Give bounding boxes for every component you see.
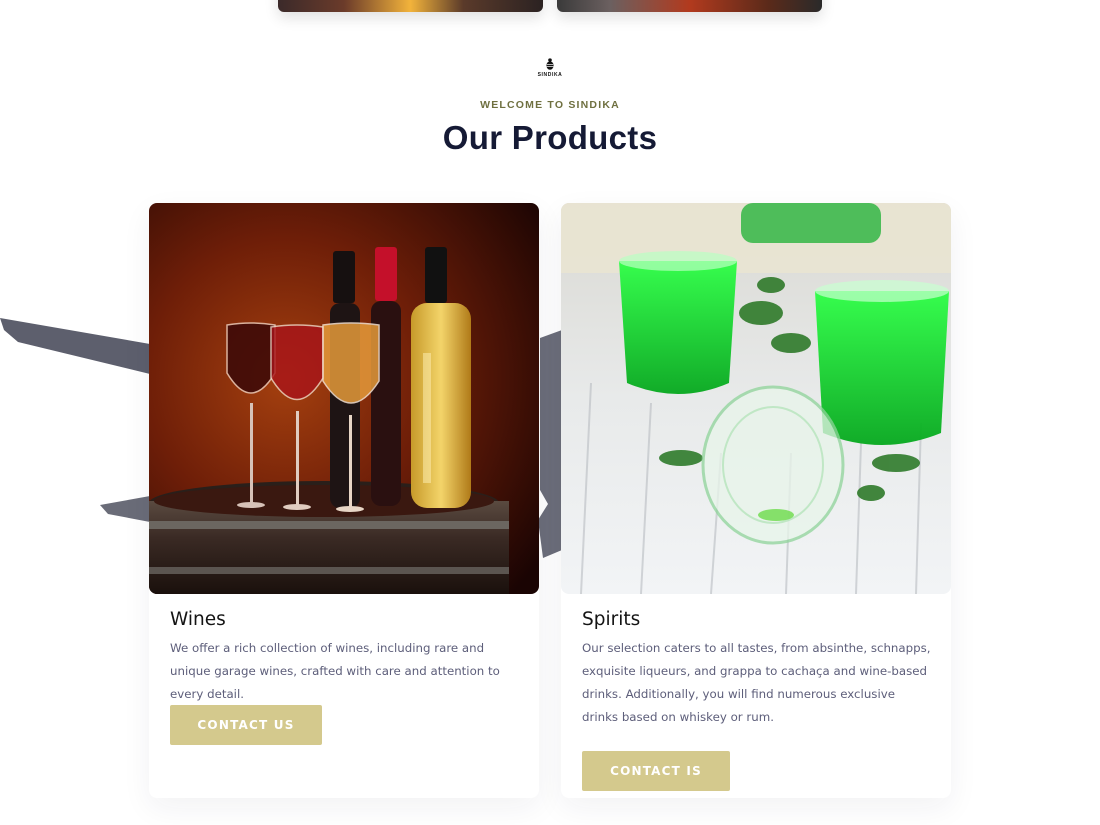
green-absinthe-shots-image [561, 203, 951, 594]
product-title: Wines [170, 609, 226, 630]
wine-bottles-glasses-barrel-image [149, 203, 539, 594]
contact-button[interactable]: CONTACT IS [582, 751, 730, 791]
top-gallery-card[interactable] [278, 0, 543, 12]
section-eyebrow: WELCOME TO SINDIKA [480, 99, 620, 111]
logo-text: SINDIKA [537, 72, 563, 78]
product-title: Spirits [582, 609, 641, 630]
top-gallery-card[interactable] [557, 0, 822, 12]
top-gallery-strip [0, 0, 1100, 30]
contact-us-button[interactable]: CONTACT US [170, 705, 322, 745]
product-card-wines: Wines We offer a rich collection of wine… [149, 203, 539, 798]
bee-logo-icon [546, 58, 554, 70]
section-title: Our Products [442, 119, 658, 156]
product-card-spirits: Spirits Our selection caters to all tast… [561, 203, 951, 798]
product-description: Our selection caters to all tastes, from… [582, 641, 931, 724]
sindika-logo[interactable]: SINDIKA [535, 57, 565, 83]
product-description: We offer a rich collection of wines, inc… [170, 641, 500, 701]
